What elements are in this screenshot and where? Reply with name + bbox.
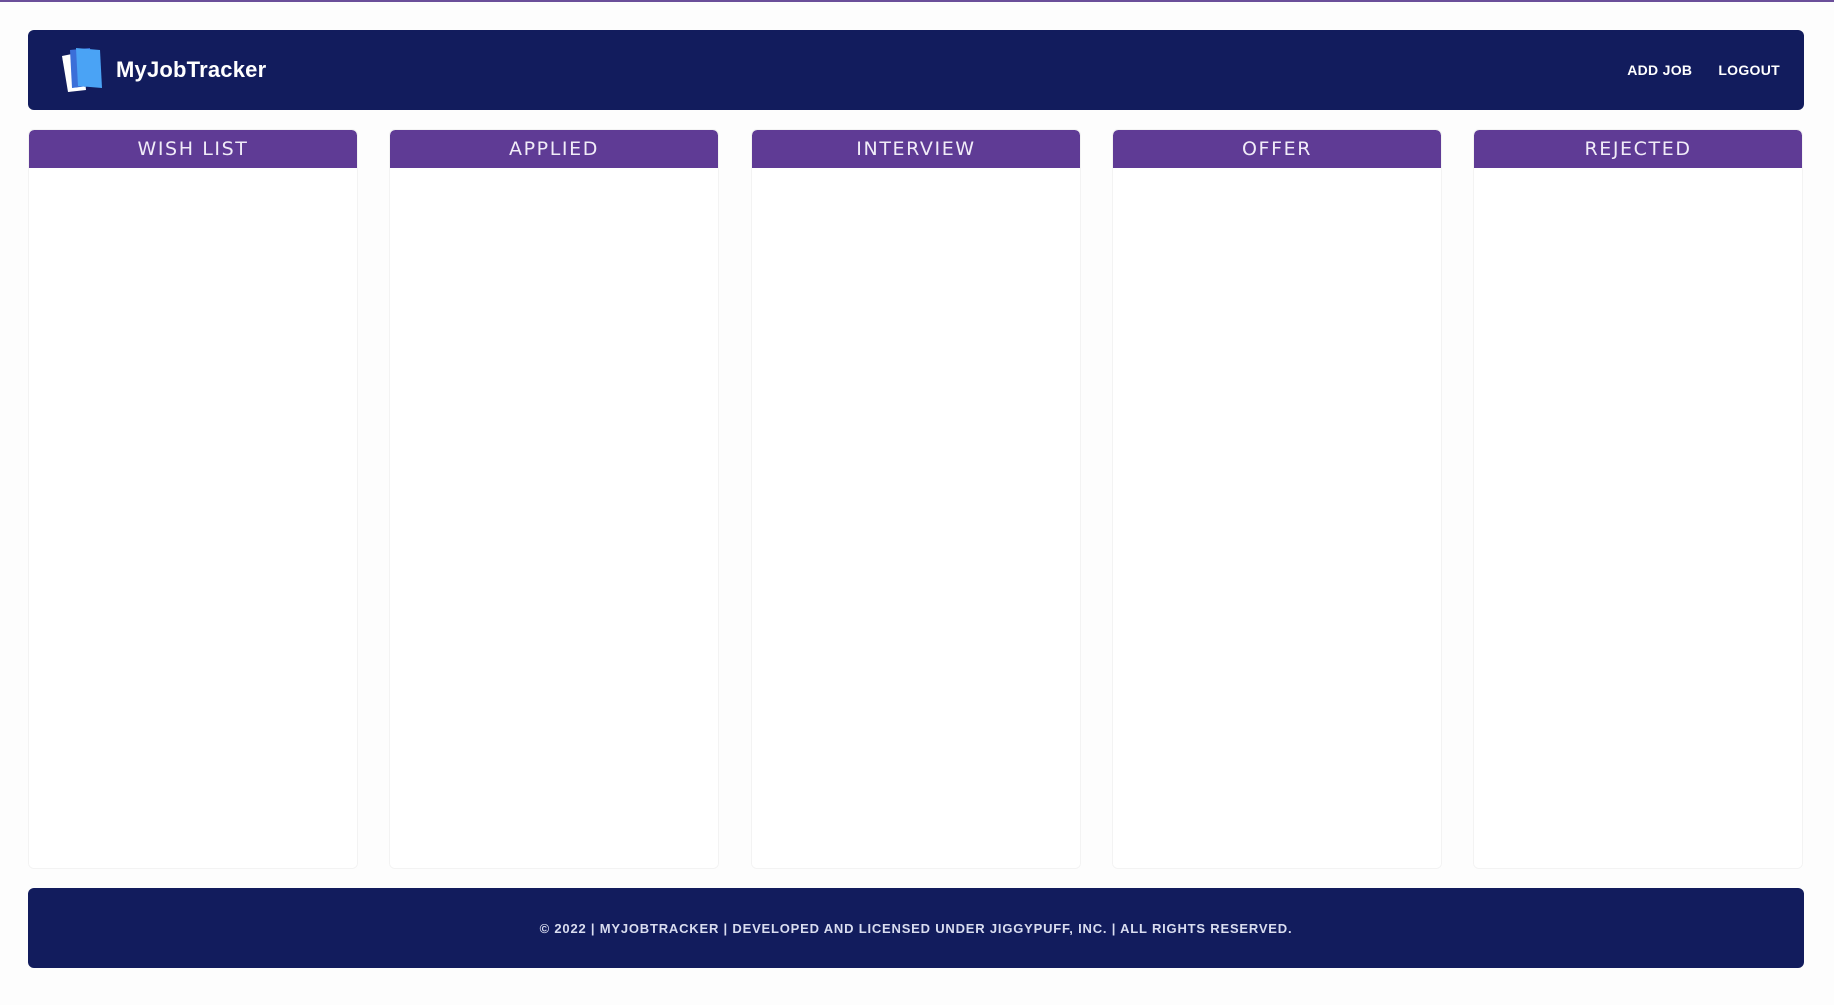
column-dropzone[interactable]: [1113, 168, 1441, 868]
column-dropzone[interactable]: [1474, 168, 1802, 868]
column-title: WISH LIST: [137, 138, 249, 160]
column-dropzone[interactable]: [29, 168, 357, 868]
column-header: OFFER: [1113, 130, 1441, 168]
brand[interactable]: MyJobTracker: [56, 38, 266, 102]
brand-name: MyJobTracker: [116, 57, 267, 82]
job-board: WISH LIST APPLIED INTERVIEW OFFER REJECT…: [28, 129, 1804, 869]
column-offer[interactable]: OFFER: [1112, 129, 1442, 869]
column-rejected[interactable]: REJECTED: [1473, 129, 1803, 869]
top-accent-line: [0, 0, 1834, 2]
column-applied[interactable]: APPLIED: [389, 129, 719, 869]
footer-copyright: © 2022 | MYJOBTRACKER | DEVELOPED AND LI…: [539, 920, 1293, 936]
column-interview[interactable]: INTERVIEW: [751, 129, 1081, 869]
column-header: INTERVIEW: [752, 130, 1080, 168]
column-title: INTERVIEW: [856, 138, 976, 160]
book-logo-icon: [56, 44, 108, 96]
column-dropzone[interactable]: [390, 168, 718, 868]
column-dropzone[interactable]: [752, 168, 1080, 868]
column-title: OFFER: [1241, 138, 1313, 160]
logout-link[interactable]: LOGOUT: [1718, 62, 1780, 78]
column-title: REJECTED: [1584, 138, 1692, 160]
column-header: WISH LIST: [29, 130, 357, 168]
app-footer: © 2022 | MYJOBTRACKER | DEVELOPED AND LI…: [28, 888, 1804, 968]
column-header: REJECTED: [1474, 130, 1802, 168]
app-header: MyJobTracker ADD JOB LOGOUT: [28, 30, 1804, 110]
header-nav: ADD JOB LOGOUT: [1627, 30, 1780, 110]
column-wish-list[interactable]: WISH LIST: [28, 129, 358, 869]
add-job-link[interactable]: ADD JOB: [1627, 62, 1692, 78]
column-title: APPLIED: [509, 138, 599, 160]
column-header: APPLIED: [390, 130, 718, 168]
